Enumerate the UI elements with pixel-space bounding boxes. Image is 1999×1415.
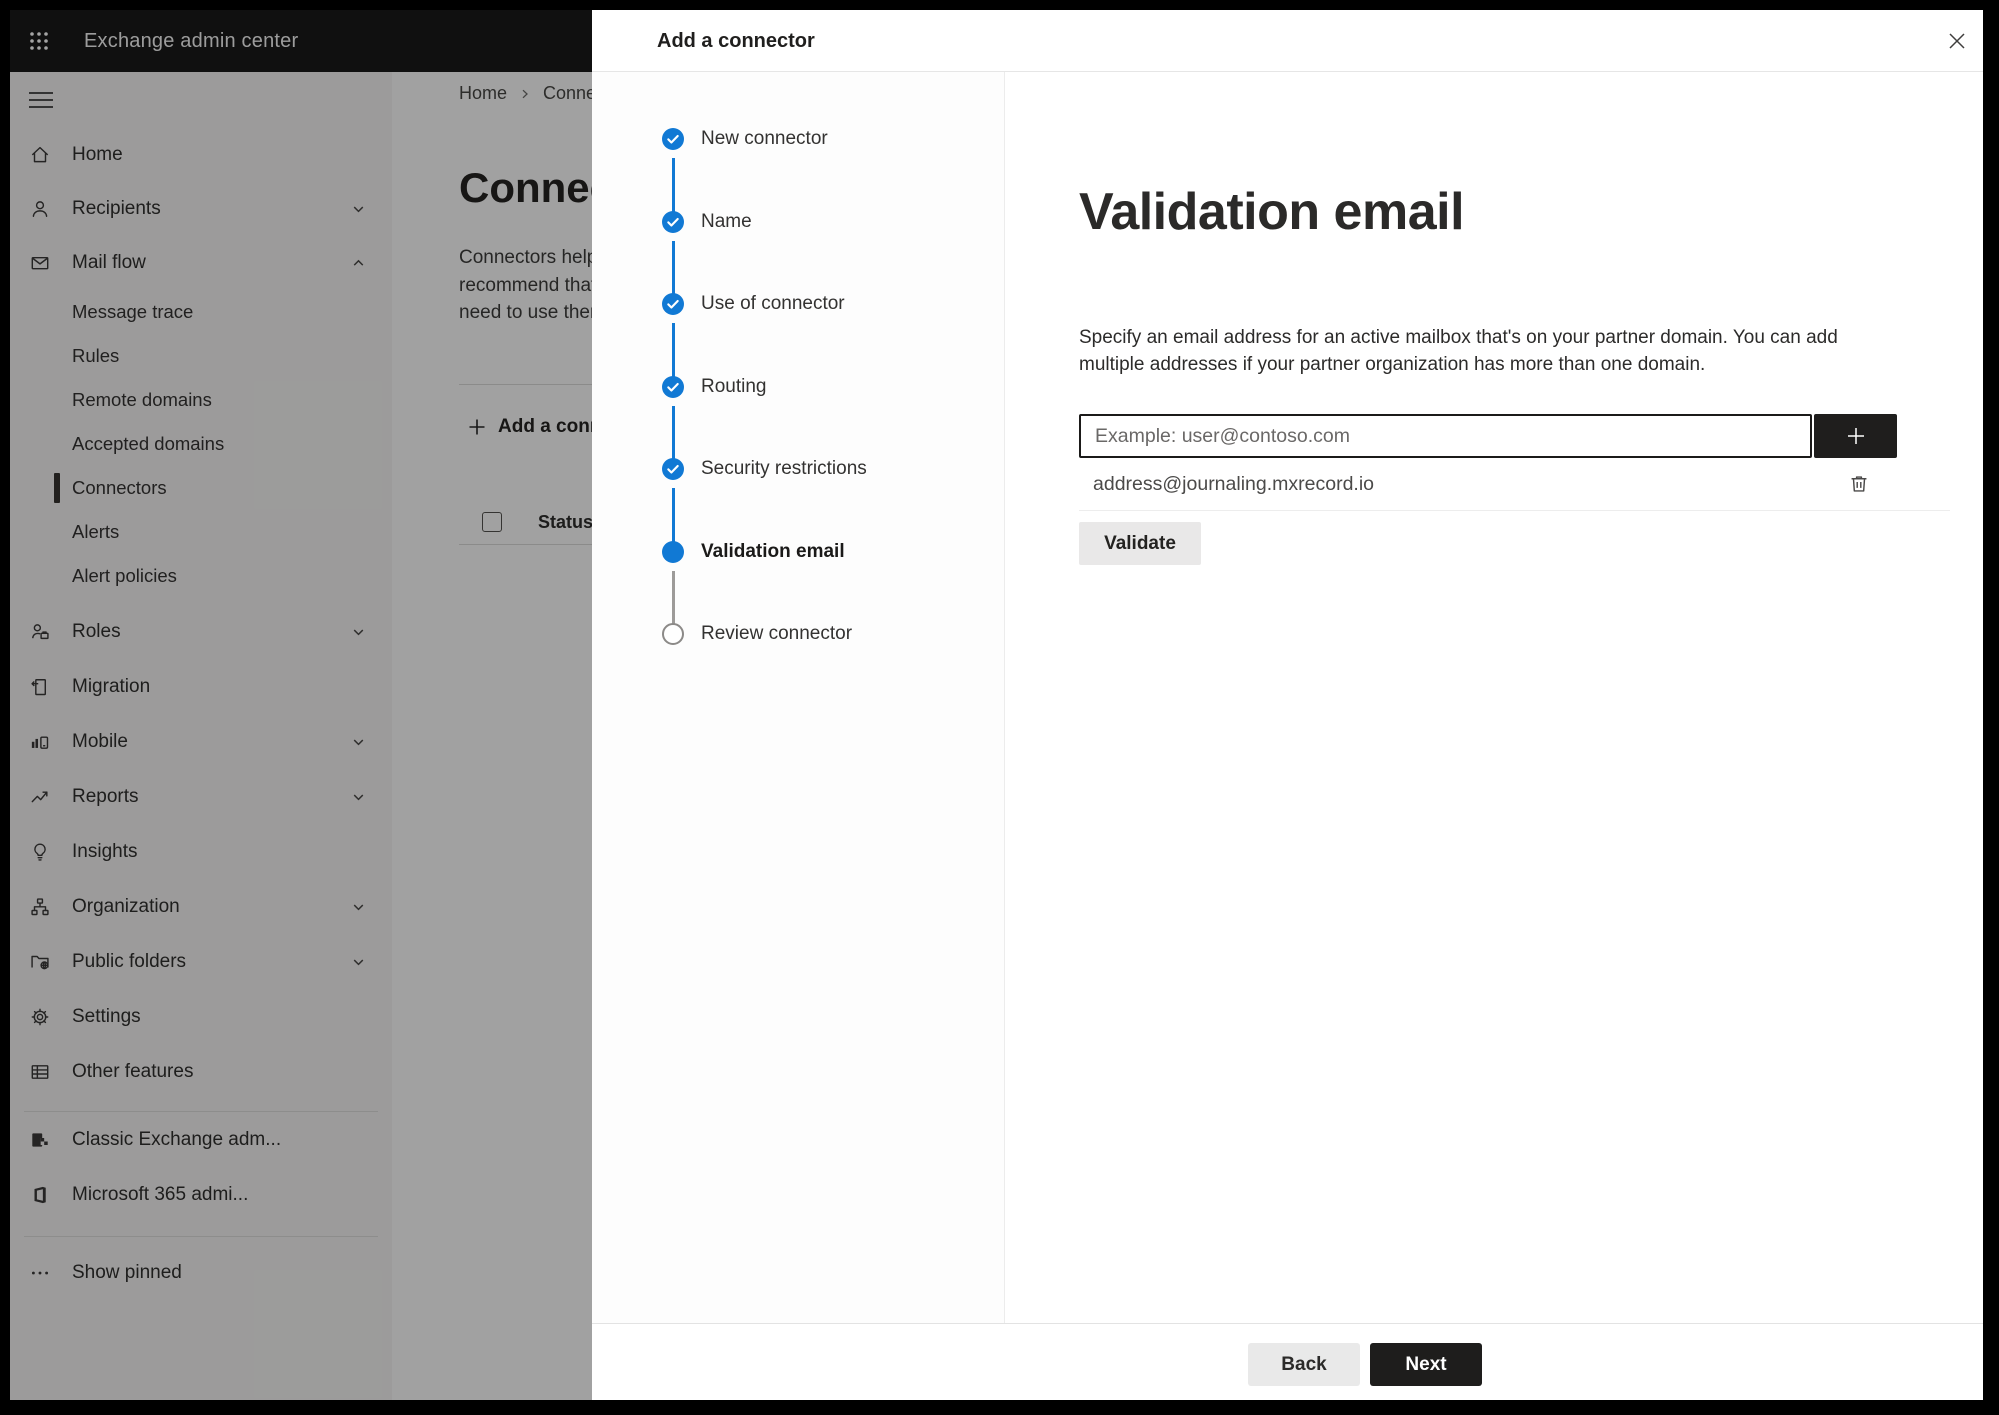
- step-label-new-connector[interactable]: New connector: [701, 128, 828, 150]
- step-circle-security-restrictions: [662, 458, 684, 480]
- step-label-validation-email[interactable]: Validation email: [701, 541, 845, 563]
- check-icon: [667, 134, 679, 144]
- check-icon: [667, 217, 679, 227]
- check-icon: [667, 382, 679, 392]
- added-address-row: address@journaling.mxrecord.io: [1079, 462, 1950, 506]
- step-description: Specify an email address for an active m…: [1079, 327, 1838, 375]
- step-circle-name: [662, 211, 684, 233]
- step-connector-line: [671, 241, 675, 296]
- step-circle-validation-email: [662, 541, 684, 563]
- step-circle-use-of-connector: [662, 293, 684, 315]
- dialog-header: Add a connector: [592, 10, 1983, 72]
- added-address-text: address@journaling.mxrecord.io: [1093, 473, 1375, 495]
- step-circle-new-connector: [662, 128, 684, 150]
- wizard-stepper: New connector Name Use of connector Rout…: [592, 72, 1005, 1323]
- screen: Exchange admin center Home Recipients Ma…: [10, 10, 1983, 1400]
- step-connector-line: [671, 406, 675, 461]
- step-label-review-connector[interactable]: Review connector: [701, 623, 852, 645]
- step-label-security-restrictions[interactable]: Security restrictions: [701, 458, 867, 480]
- step-heading: Validation email: [1079, 183, 1465, 241]
- step-label-routing[interactable]: Routing: [701, 376, 767, 398]
- add-connector-dialog: Add a connector New connector Name Use o…: [592, 10, 1983, 1400]
- step-label-use-of-connector[interactable]: Use of connector: [701, 293, 845, 315]
- validation-email-input[interactable]: [1079, 414, 1812, 458]
- step-connector-line: [671, 158, 675, 214]
- dialog-title: Add a connector: [657, 30, 815, 52]
- step-connector-line: [671, 488, 675, 544]
- step-label-name[interactable]: Name: [701, 211, 752, 233]
- plus-icon: [1847, 428, 1864, 444]
- step-connector-line: [671, 571, 675, 626]
- dialog-footer: Back Next: [592, 1323, 1983, 1400]
- next-button[interactable]: Next: [1370, 1343, 1482, 1386]
- validate-button[interactable]: Validate: [1079, 522, 1201, 565]
- trash-icon[interactable]: [1847, 472, 1871, 496]
- address-list-divider: [1079, 510, 1950, 511]
- close-icon[interactable]: [1943, 27, 1971, 55]
- check-icon: [667, 464, 679, 474]
- back-button[interactable]: Back: [1248, 1343, 1360, 1386]
- step-connector-line: [671, 323, 675, 379]
- check-icon: [667, 299, 679, 309]
- step-circle-review-connector: [662, 623, 684, 645]
- step-circle-routing: [662, 376, 684, 398]
- add-email-button[interactable]: [1814, 414, 1897, 458]
